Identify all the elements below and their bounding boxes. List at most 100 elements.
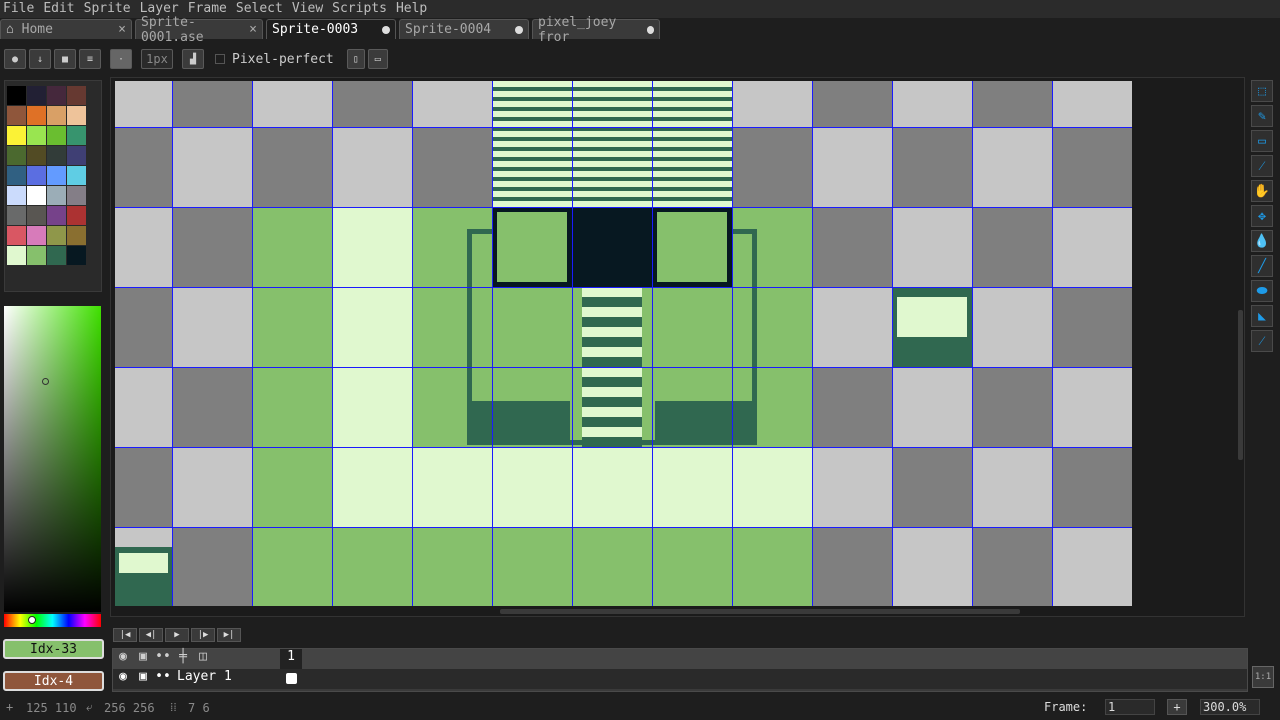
palette-swatch[interactable]: [47, 86, 66, 105]
new-frame-button[interactable]: +: [1167, 699, 1187, 715]
contour-tool-button[interactable]: ◣: [1251, 305, 1273, 327]
zoom-field[interactable]: 300.0%: [1200, 699, 1260, 715]
palette-swatch[interactable]: [27, 86, 46, 105]
zoom-one-to-one-button[interactable]: 1:1: [1252, 666, 1274, 688]
eraser-tool-button[interactable]: ▭: [1251, 130, 1273, 152]
palette-swatch[interactable]: [47, 146, 66, 165]
palette-swatch[interactable]: [7, 206, 26, 225]
last-frame-button[interactable]: ▶|: [217, 628, 241, 642]
menu-view[interactable]: View: [289, 0, 329, 18]
color-picker-handle[interactable]: [42, 378, 49, 385]
palette-swatch[interactable]: [47, 166, 66, 185]
brush-type-circle-button[interactable]: ●: [4, 49, 26, 69]
color-spectrum[interactable]: [4, 306, 101, 612]
menu-scripts[interactable]: Scripts: [329, 0, 393, 18]
brush-menu-button[interactable]: ≡: [79, 49, 101, 69]
continuous-header-icon[interactable]: ••: [153, 649, 173, 669]
palette-swatch[interactable]: [27, 246, 46, 265]
close-tab-icon[interactable]: ×: [118, 22, 126, 37]
palette-swatch[interactable]: [47, 126, 66, 145]
ink-button[interactable]: ▟: [182, 49, 204, 69]
pixel-perfect-checkbox[interactable]: [215, 54, 225, 64]
tab-sprite-0004[interactable]: Sprite-0004: [399, 19, 529, 39]
modified-dot-icon[interactable]: [646, 25, 654, 34]
vertical-scrollbar[interactable]: [1238, 310, 1243, 460]
palette-swatch[interactable]: [67, 146, 86, 165]
ellipse-tool-button[interactable]: ⬬: [1251, 280, 1273, 302]
layer-continuous-icon[interactable]: ••: [153, 669, 173, 689]
palette-swatch[interactable]: [27, 166, 46, 185]
palette-swatch[interactable]: [27, 206, 46, 225]
palette-swatch[interactable]: [7, 166, 26, 185]
tab-sprite-0003[interactable]: Sprite-0003: [266, 19, 396, 39]
palette-swatch[interactable]: [67, 246, 86, 265]
palette-swatch[interactable]: [7, 246, 26, 265]
menu-file[interactable]: File: [0, 0, 40, 18]
next-frame-button[interactable]: |▶: [191, 628, 215, 642]
lock-header-icon[interactable]: ▣: [133, 649, 153, 669]
hue-slider-handle[interactable]: [28, 616, 36, 624]
palette-swatch[interactable]: [7, 126, 26, 145]
brush-type-arrow-button[interactable]: ↓: [29, 49, 51, 69]
symmetry-horizontal-button[interactable]: ▭: [367, 49, 388, 69]
palette-swatch[interactable]: [27, 186, 46, 205]
palette-swatch[interactable]: [67, 206, 86, 225]
move-tool-button[interactable]: ✥: [1251, 205, 1273, 227]
eyedropper-tool-button[interactable]: ⁄: [1251, 155, 1273, 177]
rectangular-marquee-tool-button[interactable]: ⬚: [1251, 80, 1273, 102]
close-tab-icon[interactable]: ×: [249, 22, 257, 37]
menu-sprite[interactable]: Sprite: [81, 0, 137, 18]
menu-help[interactable]: Help: [393, 0, 433, 18]
palette-swatch[interactable]: [27, 126, 46, 145]
link-cels-header-icon[interactable]: ◫: [193, 649, 213, 669]
palette-swatch[interactable]: [27, 146, 46, 165]
tab-home[interactable]: ⌂ Home ×: [0, 19, 132, 39]
layer-lock-icon[interactable]: ▣: [133, 669, 153, 689]
tab-sprite-0001-ase[interactable]: Sprite-0001.ase ×: [135, 15, 263, 45]
menu-edit[interactable]: Edit: [40, 0, 80, 18]
foreground-color-button[interactable]: Idx-33: [3, 639, 104, 659]
palette-swatch[interactable]: [27, 226, 46, 245]
previous-frame-button[interactable]: ◀|: [139, 628, 163, 642]
horizontal-scrollbar[interactable]: [500, 609, 1020, 614]
visibility-header-icon[interactable]: ◉: [113, 649, 133, 669]
palette-swatch[interactable]: [47, 206, 66, 225]
modified-dot-icon[interactable]: [515, 25, 523, 34]
pencil-tool-button[interactable]: ✎: [1251, 105, 1273, 127]
sprite-canvas[interactable]: [115, 81, 1132, 606]
palette-swatch[interactable]: [7, 186, 26, 205]
modified-dot-icon[interactable]: [382, 25, 390, 34]
palette-swatch[interactable]: [67, 186, 86, 205]
play-button[interactable]: ▶: [165, 628, 189, 642]
tab-pixel-joey-fror[interactable]: pixel_joey fror: [532, 15, 660, 45]
palette-swatch[interactable]: [47, 186, 66, 205]
palette-swatch[interactable]: [47, 246, 66, 265]
paint-bucket-tool-button[interactable]: 💧: [1251, 230, 1273, 252]
frame-header[interactable]: 1: [280, 649, 302, 669]
palette-swatch[interactable]: [67, 126, 86, 145]
brush-preview[interactable]: ·: [110, 49, 132, 69]
palette-swatch[interactable]: [47, 226, 66, 245]
palette-swatch[interactable]: [67, 106, 86, 125]
brush-size-field[interactable]: 1px: [141, 49, 173, 69]
palette-swatch[interactable]: [67, 226, 86, 245]
layer-group-header-icon[interactable]: ╪: [173, 649, 193, 669]
palette-swatch[interactable]: [47, 106, 66, 125]
hand-tool-button[interactable]: ✋: [1251, 180, 1273, 202]
palette-swatch[interactable]: [67, 86, 86, 105]
frame-field[interactable]: 1: [1105, 699, 1155, 715]
brush-type-square-button[interactable]: ■: [54, 49, 76, 69]
layer-visibility-icon[interactable]: ◉: [113, 669, 133, 689]
line-tool-button[interactable]: ╱: [1251, 255, 1273, 277]
palette-swatch[interactable]: [27, 106, 46, 125]
palette-swatch[interactable]: [7, 226, 26, 245]
background-color-button[interactable]: Idx-4: [3, 671, 104, 691]
symmetry-vertical-button[interactable]: ▯: [346, 49, 365, 69]
palette-swatch[interactable]: [67, 166, 86, 185]
hue-slider[interactable]: [4, 614, 101, 627]
palette-swatch[interactable]: [7, 146, 26, 165]
palette-swatch[interactable]: [7, 106, 26, 125]
first-frame-button[interactable]: |◀: [113, 628, 137, 642]
layer-name[interactable]: Layer 1: [173, 669, 280, 689]
spray-tool-button[interactable]: ⁄: [1251, 330, 1273, 352]
